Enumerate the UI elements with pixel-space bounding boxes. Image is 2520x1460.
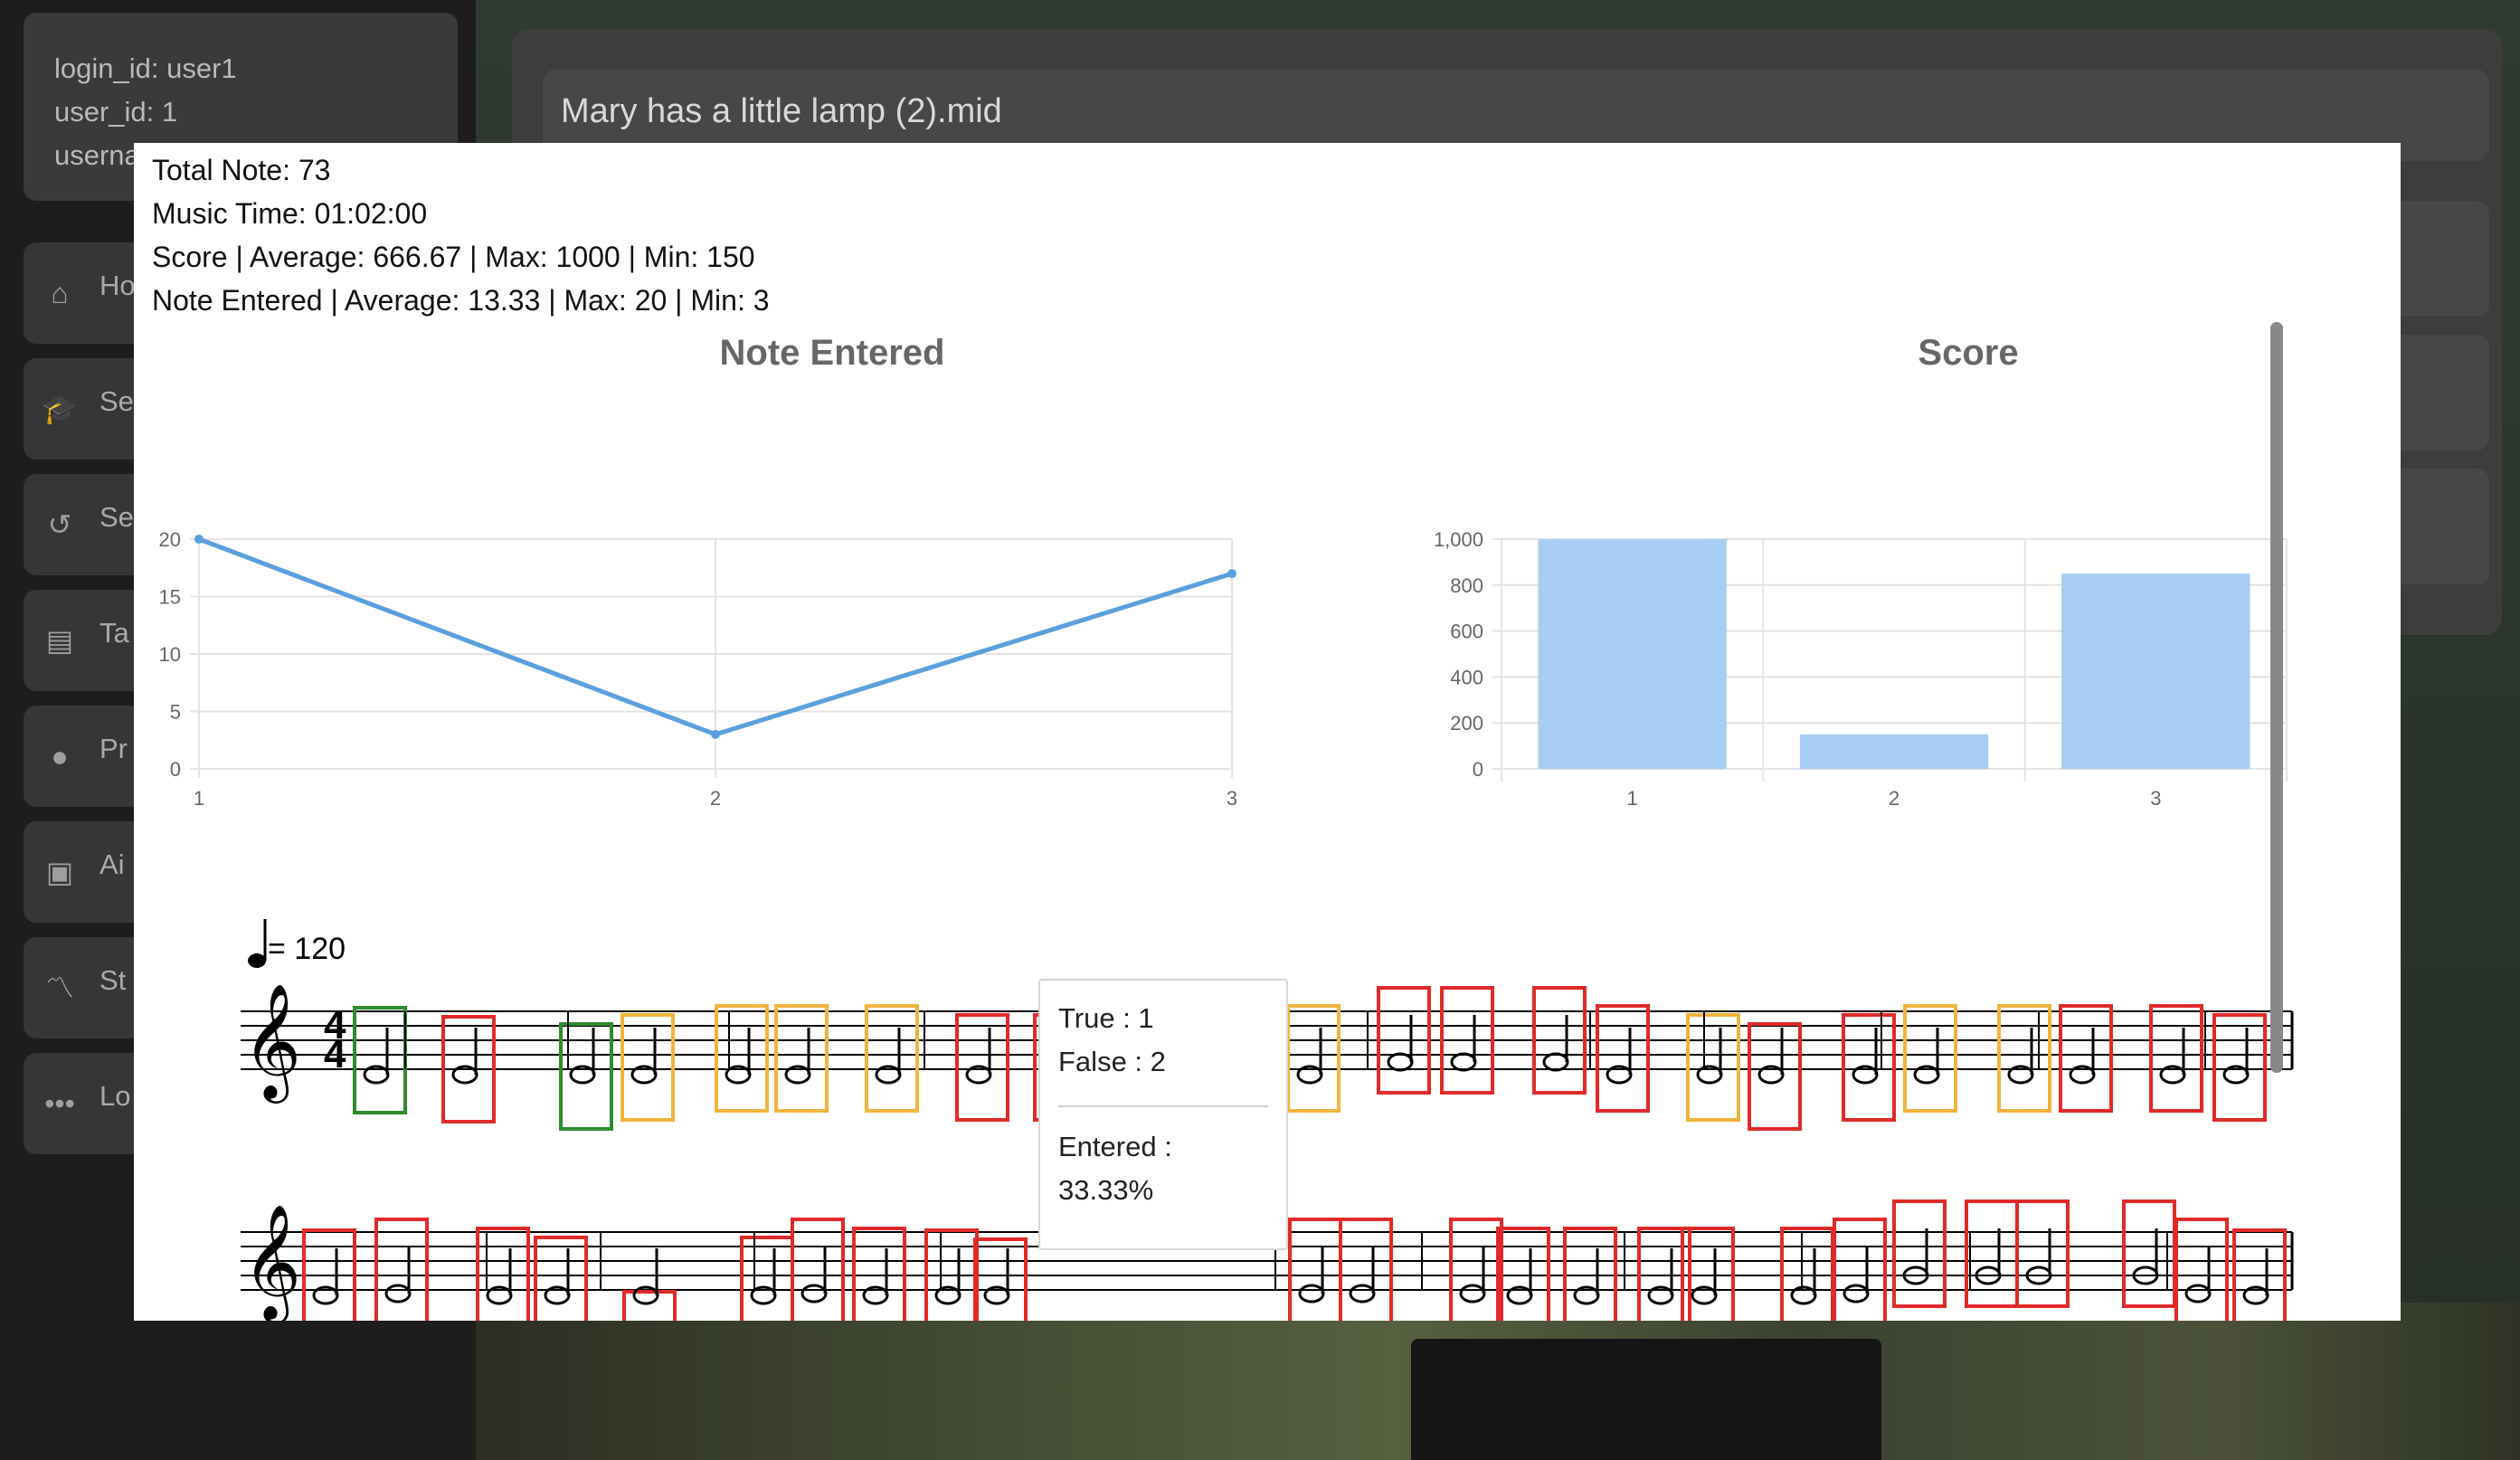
sidebar-item-label: Lo: [99, 1080, 131, 1112]
line-chart-icon: 〽: [44, 972, 74, 1004]
note-highlight-box: [774, 1004, 829, 1113]
graduation-cap-icon: 🎓: [42, 393, 78, 425]
note-highlight-box: [791, 1218, 845, 1321]
stats-block: Total Note: 73 Music Time: 01:02:00 Scor…: [152, 148, 770, 322]
note-highlight-box: [1833, 1218, 1887, 1321]
treble-clef-icon: 𝄞: [242, 1206, 301, 1321]
note-highlight-box: [973, 1237, 1028, 1321]
y-tick-label: 5: [170, 701, 181, 724]
note-highlight-box: [865, 1004, 919, 1113]
treble-clef-icon: 𝄞: [242, 985, 301, 1104]
tempo-note-icon: [248, 953, 266, 968]
sidebar-item-label: Ta: [99, 617, 129, 649]
note-highlight-box: [1903, 1004, 1957, 1113]
home-icon: ⌂: [51, 277, 69, 309]
sidebar-item-label: Pr: [99, 733, 128, 764]
data-point: [194, 535, 204, 544]
note-head: [1349, 1284, 1376, 1304]
sidebar-item-label: St: [99, 964, 127, 996]
tooltip-true-text: True : 1: [1058, 1002, 1154, 1034]
note-highlight-box: [374, 1218, 429, 1321]
bar-chart-title: Score: [1918, 333, 2019, 373]
table-icon: ▤: [45, 624, 74, 657]
note-head: [1298, 1284, 1325, 1304]
line-chart-title: Note Entered: [719, 333, 945, 373]
robot-icon: ▣: [45, 856, 74, 888]
sidebar-item-label: Ho: [99, 270, 136, 301]
y-tick-label: 200: [1450, 712, 1483, 735]
bar-3: [2061, 574, 2250, 769]
note-head: [801, 1284, 828, 1304]
note-highlight-box: [353, 1006, 407, 1114]
note-highlight-box: [740, 1236, 794, 1321]
note-head: [1450, 1052, 1477, 1072]
total-note-text: Total Note: 73: [152, 154, 331, 186]
user-id-text: user_id: 1: [54, 96, 178, 128]
note-highlight-box: [1449, 1218, 1503, 1321]
modal-scrollbar[interactable]: [2270, 322, 2283, 1073]
note-highlight-box: [715, 1004, 769, 1113]
sidebar-item-label: Ai: [99, 849, 125, 880]
note-entered-summary-text: Note Entered | Average: 13.33 | Max: 20 …: [152, 284, 770, 317]
note-head: [1542, 1052, 1569, 1072]
y-tick-label: 15: [159, 586, 181, 609]
data-point: [711, 729, 720, 739]
note-head: [384, 1284, 412, 1304]
note-highlight-box: [1997, 1004, 2051, 1113]
y-tick-label: 1,000: [1434, 528, 1483, 551]
sidebar-item-label: Se: [99, 501, 134, 533]
sidebar-item-label: Se: [99, 385, 134, 417]
note-highlight-box: [1596, 1004, 1650, 1113]
note-highlight-box: [622, 1290, 677, 1321]
note-highlight-box: [534, 1236, 588, 1321]
tempo-text: = 120: [268, 932, 346, 966]
note-tooltip: True : 1 False : 2 Entered : 33.33%: [1038, 979, 1288, 1250]
note-head: [1843, 1284, 1870, 1304]
score-summary-text: Score | Average: 666.67 | Max: 1000 | Mi…: [152, 241, 755, 273]
statistics-modal: Total Note: 73 Music Time: 01:02:00 Scor…: [134, 143, 2401, 1321]
note-head: [1459, 1284, 1486, 1304]
history-icon: ↺: [47, 508, 72, 541]
tooltip-divider: [1058, 1105, 1268, 1107]
note-highlight-box: [1339, 1218, 1393, 1321]
data-point: [1227, 569, 1236, 579]
note-head: [1387, 1052, 1414, 1072]
y-tick-label: 10: [159, 643, 181, 666]
more-dots-icon: •••: [44, 1087, 75, 1120]
note-head: [2184, 1284, 2212, 1304]
bar-1: [1538, 539, 1727, 769]
y-tick-label: 800: [1450, 574, 1483, 597]
note-highlight-box: [1286, 1004, 1341, 1113]
y-tick-label: 600: [1450, 621, 1483, 643]
login-id-text: login_id: user1: [54, 52, 237, 84]
note-highlight-box: [2059, 1004, 2113, 1113]
tooltip-entered-value: 33.33%: [1058, 1174, 1154, 1206]
note-highlight-box: [2174, 1218, 2229, 1321]
note-highlight-box: [1288, 1218, 1342, 1321]
user-icon: ●: [51, 740, 69, 773]
tooltip-entered-label: Entered :: [1058, 1131, 1172, 1162]
y-tick-label: 20: [159, 528, 181, 551]
time-signature-bottom: 4: [324, 1032, 346, 1076]
tooltip-false-text: False : 2: [1058, 1046, 1166, 1077]
music-time-text: Music Time: 01:02:00: [152, 197, 428, 230]
note-highlight-box: [2149, 1004, 2203, 1113]
background-piano-bench: [1411, 1339, 1881, 1460]
y-tick-label: 400: [1450, 666, 1483, 688]
